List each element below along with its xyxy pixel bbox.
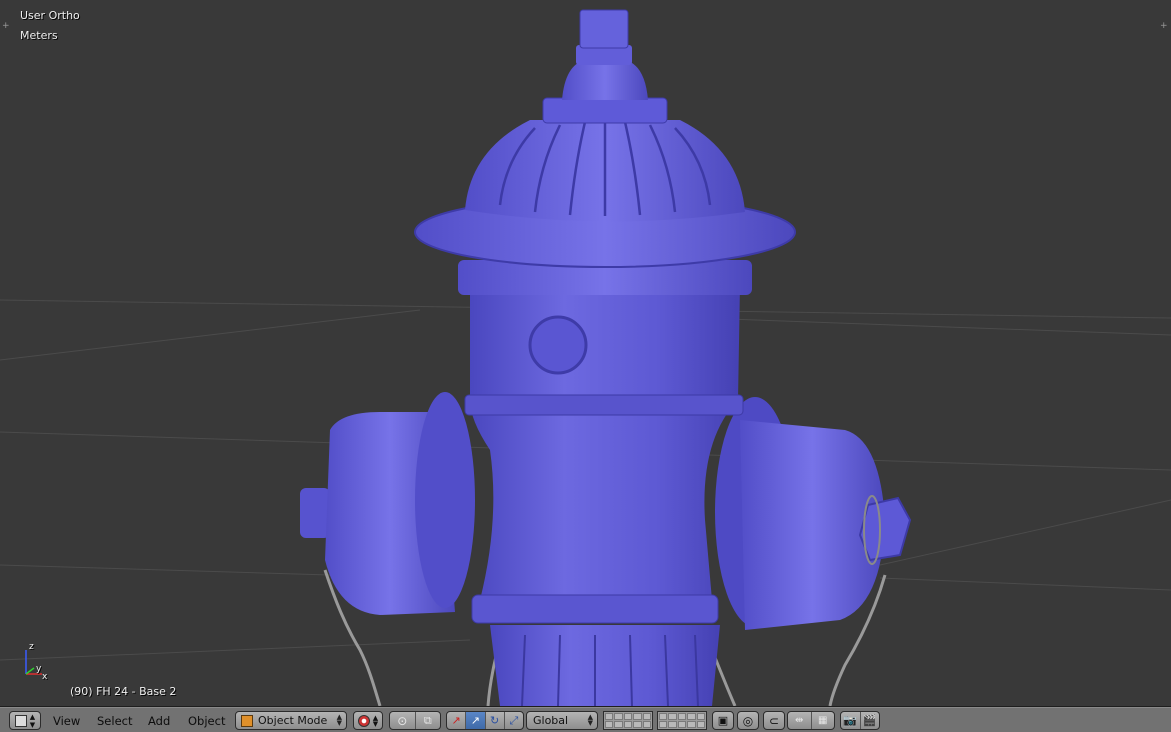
lock-layers-icon: ▣ <box>717 714 729 727</box>
hydrant-right-nozzle <box>715 397 912 630</box>
hydrant-top-ring <box>542 97 668 124</box>
pivot-manipulator-group: ⊙ ⧉ <box>389 711 441 730</box>
manipulator-axes-icon: ↗ <box>451 714 461 727</box>
pivot-point-icon: ⊙ <box>397 713 408 728</box>
scale-button[interactable]: ⤢ <box>505 712 523 729</box>
render-button[interactable]: 📷 <box>841 712 861 729</box>
render-animation-button[interactable]: 🎬 <box>861 712 880 729</box>
translate-button[interactable]: ↗ <box>466 712 486 729</box>
render-group: 📷 🎬 <box>840 711 880 730</box>
viewport-header: ▲ ▼ View Select Add Object Object Mode ▲ ▼… <box>0 707 1171 732</box>
chevron-updown-icon: ▲ ▼ <box>336 713 342 727</box>
rotate-button[interactable]: ↻ <box>486 712 505 729</box>
manipulator-toggle-icon: ⧉ <box>423 713 432 727</box>
orientation-dropdown[interactable]: Global ▲ ▼ <box>526 711 598 730</box>
chevron-updown-icon: ▲ ▼ <box>29 712 36 729</box>
transform-manipulator-group: ↗ ↗ ↻ ⤢ <box>446 711 524 730</box>
chevron-updown-icon: ▲ ▼ <box>372 713 379 728</box>
manipulator-button[interactable]: ↗ <box>447 712 467 729</box>
units-label: Meters <box>20 29 58 42</box>
view-name-label: User Ortho <box>20 9 80 22</box>
snap-target-button[interactable]: ▦ <box>812 712 835 729</box>
hydrant-main-body <box>470 285 740 600</box>
pivot-point-button[interactable]: ⊙ <box>390 712 416 729</box>
layers-grid-2[interactable] <box>657 711 707 730</box>
lock-layers-button[interactable]: ▣ <box>712 711 734 730</box>
scale-manipulator-icon: ⤢ <box>509 713 519 727</box>
view-menu[interactable]: View <box>53 712 80 730</box>
mode-label: Object Mode <box>258 714 328 727</box>
snap-element-button[interactable]: ⇹ <box>788 712 812 729</box>
mode-dropdown[interactable]: Object Mode ▲ ▼ <box>235 711 347 730</box>
cube-icon <box>14 714 27 727</box>
hydrant-operating-nut <box>579 9 629 49</box>
hydrant-boss <box>528 315 588 375</box>
editor-type-button[interactable]: ▲ ▼ <box>9 711 41 730</box>
3d-viewport[interactable]: User Ortho Meters + + z y x (90) FH 24 -… <box>0 0 1171 707</box>
snap-settings-group: ⇹ ▦ <box>787 711 835 730</box>
object-mode-cube-icon <box>241 715 253 727</box>
snap-button[interactable]: ⊂ <box>763 711 785 730</box>
viewport-shading-dropdown[interactable]: ▲ ▼ <box>353 711 383 730</box>
snap-icon: ⊂ <box>768 713 780 728</box>
axis-x-label: x <box>42 672 48 682</box>
orientation-label: Global <box>533 714 569 727</box>
corner-split-icon[interactable]: + <box>2 22 10 31</box>
viewport-shading-icon <box>357 714 370 727</box>
manipulator-toggle-button[interactable]: ⧉ <box>416 712 441 729</box>
snap-element-icon: ⇹ <box>795 715 804 726</box>
rotate-manipulator-icon: ↻ <box>490 714 500 727</box>
translate-manipulator-icon: ↗ <box>470 714 480 727</box>
hydrant-scene <box>0 9 1171 706</box>
render-icon: 📷 <box>843 714 858 727</box>
corner-split-icon-right[interactable]: + <box>1160 22 1168 31</box>
select-menu[interactable]: Select <box>97 712 132 730</box>
proportional-edit-icon: ◎ <box>742 713 754 728</box>
axis-z-label: z <box>29 642 34 652</box>
snap-target-icon: ▦ <box>818 715 828 726</box>
object-info-label: (90) FH 24 - Base 2 <box>70 685 177 698</box>
chevron-updown-icon: ▲ ▼ <box>587 713 593 727</box>
add-menu[interactable]: Add <box>148 712 170 730</box>
hydrant-left-nozzle <box>300 392 475 615</box>
axis-y-label: y <box>36 664 42 674</box>
render-animation-icon: 🎬 <box>862 714 877 727</box>
object-menu[interactable]: Object <box>188 712 225 730</box>
proportional-edit-button[interactable]: ◎ <box>737 711 759 730</box>
layers-grid-1[interactable] <box>603 711 653 730</box>
